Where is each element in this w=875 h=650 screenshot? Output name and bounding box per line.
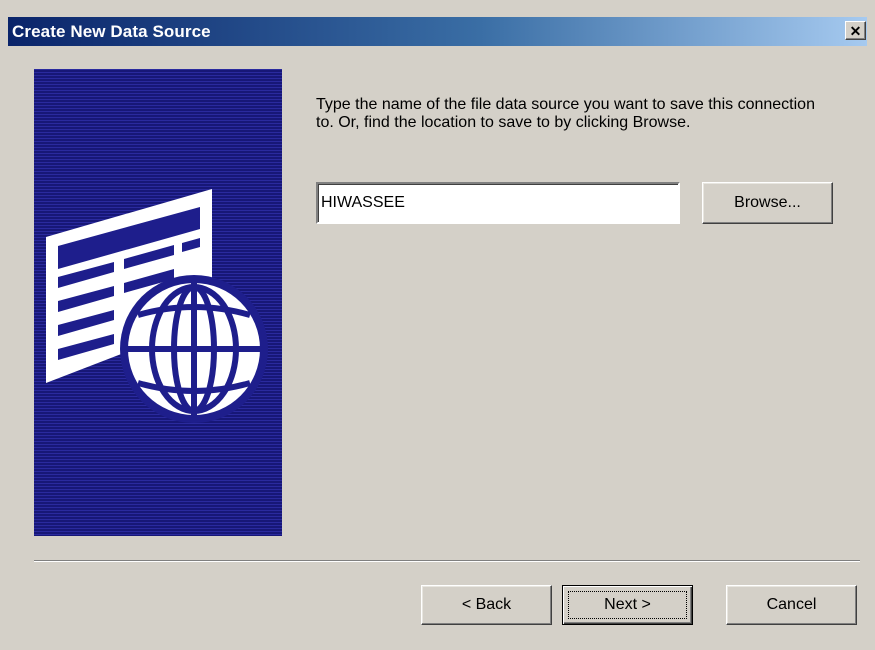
close-icon: ✕ <box>849 22 862 39</box>
focus-rectangle <box>568 591 687 619</box>
dialog-title: Create New Data Source <box>12 22 211 41</box>
title-bar[interactable]: Create New Data Source ✕ <box>8 17 867 46</box>
wizard-art-panel <box>34 69 282 536</box>
close-button[interactable]: ✕ <box>845 21 866 40</box>
back-button[interactable]: < Back <box>421 585 552 625</box>
data-source-globe-icon <box>46 189 268 423</box>
create-data-source-dialog: Create New Data Source ✕ Type the name o… <box>0 0 875 650</box>
cancel-button[interactable]: Cancel <box>726 585 857 625</box>
next-button[interactable]: Next > <box>562 585 693 625</box>
browse-button-label: Browse... <box>734 194 801 211</box>
instructions-text: Type the name of the file data source yo… <box>316 96 815 131</box>
data-source-name-input[interactable] <box>316 182 680 224</box>
cancel-button-label: Cancel <box>766 596 817 613</box>
back-button-label: < Back <box>461 596 512 613</box>
separator-line <box>34 560 860 562</box>
browse-button[interactable]: Browse... <box>702 182 833 224</box>
